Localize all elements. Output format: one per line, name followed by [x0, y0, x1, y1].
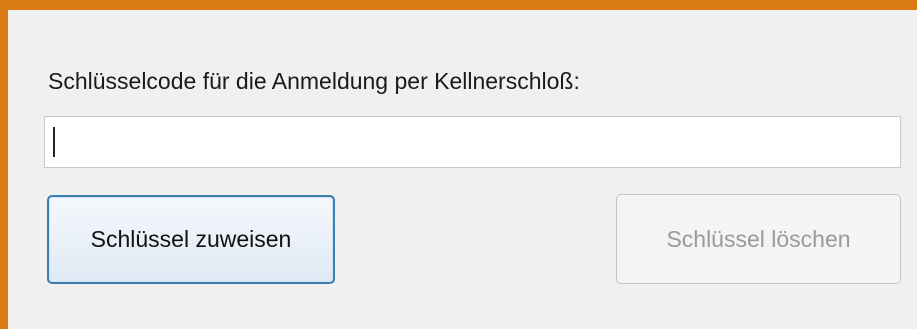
text-cursor: [53, 127, 55, 157]
assign-key-button[interactable]: Schlüssel zuweisen: [47, 195, 335, 284]
key-code-label: Schlüsselcode für die Anmeldung per Kell…: [48, 68, 580, 94]
delete-key-button[interactable]: Schlüssel löschen: [616, 194, 901, 284]
dialog-frame: Schlüsselcode für die Anmeldung per Kell…: [0, 0, 917, 329]
delete-key-button-label: Schlüssel löschen: [666, 225, 851, 252]
key-code-input[interactable]: [44, 116, 901, 168]
assign-key-button-label: Schlüssel zuweisen: [90, 226, 292, 252]
